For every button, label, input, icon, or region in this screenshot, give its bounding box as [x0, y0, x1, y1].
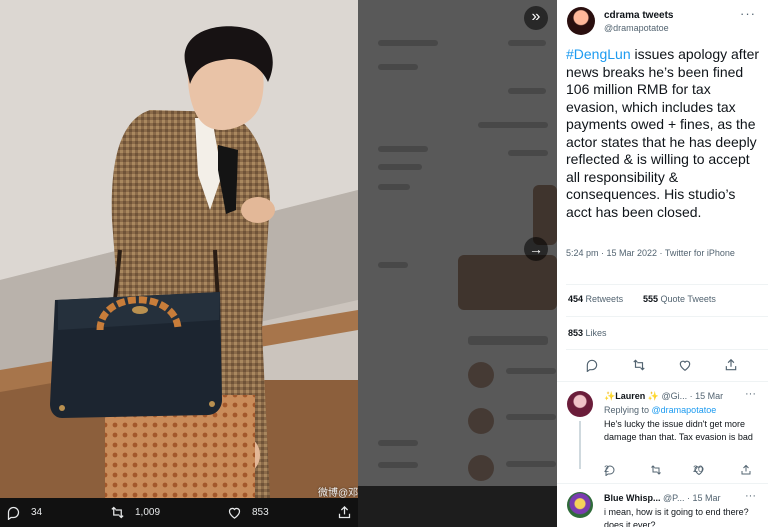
reply-author[interactable]: Blue Whisp... @P... · 15 Mar [604, 493, 721, 503]
like-icon [228, 507, 241, 519]
tweet-detail-panel: cdrama tweets @dramapotatoe ··· #DengLun… [557, 0, 768, 527]
reply-item[interactable]: Blue Whisp... @P... · 15 Mar ··· i mean,… [557, 490, 768, 527]
avatar[interactable] [567, 7, 595, 35]
media-reply-count: 34 [31, 507, 43, 518]
share-icon [741, 464, 751, 475]
avatar[interactable] [567, 492, 593, 518]
share-icon [338, 505, 351, 519]
reply-retweet-button[interactable] [650, 464, 662, 476]
expand-icon[interactable]: » [524, 6, 548, 30]
retweets-stat[interactable]: 454 Retweets [568, 294, 623, 304]
media-retweet-count: 1,009 [135, 507, 161, 518]
hashtag-link[interactable]: #DengLun [566, 46, 631, 62]
media-retweet-button[interactable]: 1,009 [110, 505, 160, 520]
tweet-timestamp[interactable]: 5:24 pm · 15 Mar 2022 · Twitter for iPho… [566, 247, 756, 260]
background-page [358, 0, 557, 527]
share-icon[interactable] [724, 358, 740, 374]
reply-icon[interactable] [585, 358, 601, 374]
retweet-icon [111, 506, 124, 519]
reply-author[interactable]: ✨Lauren ✨ @Gi... · 15 Mar [604, 391, 723, 402]
reply-reply-button[interactable]: 2 [604, 464, 616, 476]
reply-like-button[interactable]: 20 [693, 464, 705, 476]
app-root: 微博@邓伦 34 1,009 853 » → cdrama tweets @dr… [0, 0, 768, 527]
tweet-action-row [557, 355, 768, 377]
media-share-button[interactable] [337, 505, 352, 520]
reply-item[interactable]: ✨Lauren ✨ @Gi... · 15 Mar ··· Replying t… [557, 388, 768, 488]
more-icon[interactable]: ··· [740, 6, 756, 21]
media-viewer: 微博@邓伦 34 1,009 853 » → [0, 0, 557, 527]
media-like-button[interactable]: 853 [227, 505, 269, 520]
photo-illustration [0, 0, 358, 498]
more-icon[interactable]: ··· [745, 490, 756, 502]
more-icon[interactable]: ··· [745, 388, 756, 400]
tweet-photo [0, 0, 358, 498]
tweet-body: issues apology after news breaks he’s be… [566, 46, 760, 220]
author-name[interactable]: cdrama tweets [604, 10, 673, 21]
replying-to: Replying to @dramapotatoe [604, 405, 717, 415]
media-action-bar [0, 498, 358, 527]
next-arrow-icon[interactable]: → [524, 237, 548, 261]
likes-stat[interactable]: 853 Likes [568, 328, 607, 338]
reply-text: i mean, how is it going to end there? do… [604, 507, 749, 527]
tweet-header: cdrama tweets @dramapotatoe ··· [557, 0, 768, 44]
media-like-count: 853 [252, 507, 269, 518]
tweet-text: #DengLun issues apology after news break… [566, 46, 764, 221]
media-reply-button[interactable]: 34 [6, 505, 42, 520]
like-icon[interactable] [678, 358, 694, 374]
author-handle[interactable]: @dramapotatoe [604, 23, 669, 33]
avatar[interactable] [567, 391, 593, 417]
retweet-icon[interactable] [632, 358, 648, 374]
retweet-icon [651, 465, 661, 475]
reply-icon [7, 506, 20, 520]
reply-share-button[interactable] [740, 464, 752, 476]
reply-text: He's lucky the issue didn't get more dam… [604, 419, 753, 442]
reply-action-row: 2 20 [604, 464, 754, 478]
quote-tweets-stat[interactable]: 555 Quote Tweets [643, 294, 716, 304]
